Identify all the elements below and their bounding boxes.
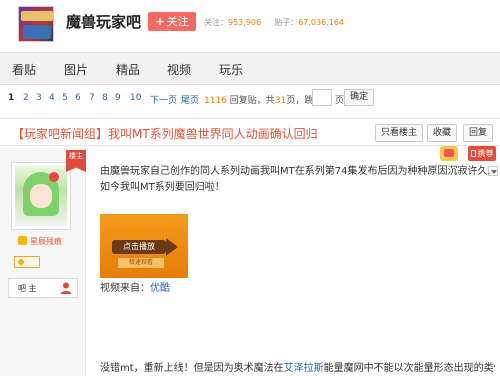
follow-count: 953,906 [228,18,262,27]
forum-header: 魔兽玩家吧 + 关注 关注：953,906 贴子：67,036,164 [0,0,500,50]
author-nickname: 星辰残痕 [30,237,62,246]
bar-nav: 看贴 图片 精品 视频 玩乐 [0,52,500,85]
page-link[interactable]: 2 [23,93,29,103]
bar-title[interactable]: 魔兽玩家吧 [66,11,141,32]
nav-item-videos[interactable]: 视频 [167,61,191,78]
post-stat-label: 贴子： [274,18,299,27]
page-jump-input[interactable] [312,89,332,106]
page-link[interactable]: 7 [89,93,95,103]
avatar[interactable] [11,162,71,230]
reply-summary: 1116 回复贴，共31页，跳到 [204,93,322,106]
reply-count: 1116 [204,96,227,106]
content-paragraph: 由魔兽玩家自己创作的同人系列动画我叫MT在系列第74集发布后因为种种原因沉寂许久… [100,166,490,177]
reply-suffix: 回复贴，共 [226,96,275,106]
page-total: 31 [274,96,287,106]
page-link[interactable]: 5 [62,93,68,103]
page-jump-confirm-button[interactable]: 确定 [344,89,374,106]
play-button-label: 点击播放 [112,240,166,254]
follow-button[interactable]: + 关注 [148,12,196,31]
crown-icon [18,236,27,245]
gift-icon[interactable] [440,146,458,161]
only-author-button[interactable]: 只看楼主 [375,124,423,142]
page-link[interactable]: 4 [49,93,55,103]
page-link[interactable]: 6 [75,93,81,103]
video-subtitle: 极速观看 [118,258,164,268]
author-column [0,148,86,376]
mobile-badge[interactable]: 携尊 [468,146,496,161]
role-label: 吧 主 [18,284,37,293]
post-count: 67,036,164 [298,18,344,27]
nav-item-games[interactable]: 玩乐 [219,61,243,78]
follow-label: 关注 [166,15,189,28]
level-icon [18,259,24,265]
nav-item-images[interactable]: 图片 [64,61,88,78]
post-title: 【玩家吧新闻组】我叫MT系列魔兽世界同人动画确认回归 [12,127,318,141]
page-link[interactable]: 9 [115,93,121,103]
level-badge [14,256,40,268]
paragraph-text: 没错mt，重新上线！但是因为奥术魔法在 [100,363,284,374]
next-page-link[interactable]: 下一页 [150,93,177,106]
paragraph-text: 能量魔网中不能以次能量形态出现的类似 [323,363,495,374]
bar-stats: 关注：953,906 贴子：67,036,164 [204,17,344,28]
video-player[interactable]: 点击播放 极速观看 [100,214,188,278]
reply-button[interactable]: 回复 [463,124,493,142]
last-page-link[interactable]: 尾页 [181,93,199,106]
play-icon [166,238,178,256]
forum-logo[interactable] [18,6,54,42]
role-box: 吧 主 [8,278,78,298]
follow-stat-label: 关注： [204,18,228,27]
pagination: 1 2 3 4 5 6 7 8 9 10 下一页 尾页 1116 回复贴，共31… [0,88,500,110]
avatar-image [15,166,67,226]
nav-item-featured[interactable]: 精品 [116,61,140,78]
page-link[interactable]: 8 [102,93,108,103]
page-link-current: 1 [8,93,15,103]
phone-icon [470,150,476,157]
page-link[interactable]: 10 [130,93,141,103]
video-source-label: 视频来自： [100,283,150,294]
video-source: 视频来自：优酷 [100,281,170,297]
person-icon [60,282,72,294]
page-unit-label: 页 [335,96,345,106]
favorite-button[interactable]: 收藏 [427,124,457,142]
content-paragraph: 没错mt，重新上线！但是因为奥术魔法在艾泽拉斯能量魔网中不能以次能量形态出现的类… [100,361,495,376]
post-title-bar: 【玩家吧新闻组】我叫MT系列魔兽世界同人动画确认回归 只看楼主 收藏 回复 [0,118,500,146]
keyword-link[interactable]: 艾泽拉斯 [284,363,324,374]
mobile-badge-label: 携尊 [477,149,494,158]
nav-item-posts[interactable]: 看贴 [12,61,36,78]
author-nickname-row[interactable]: 星辰残痕 [18,236,62,247]
video-source-link[interactable]: 优酷 [150,283,170,294]
content-paragraph: 如今我叫MT系列要回归啦！ [100,182,225,193]
plus-icon: + [155,15,165,28]
page-link[interactable]: 3 [36,93,42,103]
